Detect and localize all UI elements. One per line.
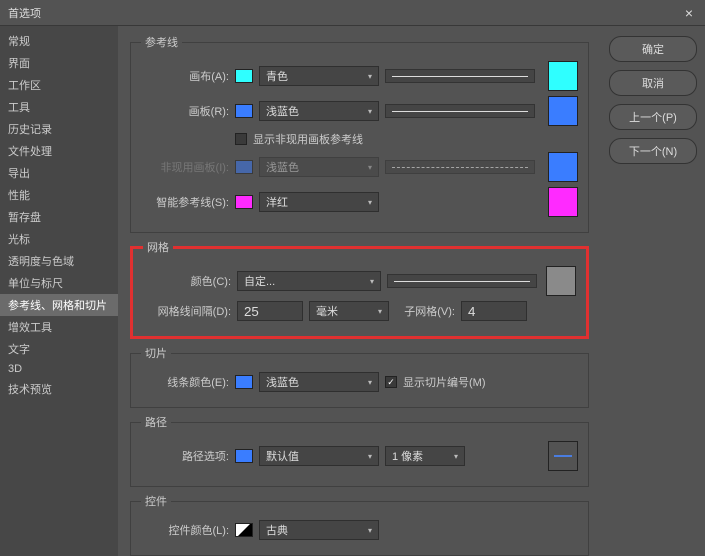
path-preview-swatch <box>548 441 578 471</box>
inactive-label: 非现用画板(I): <box>141 159 229 175</box>
chevron-down-icon: ▾ <box>368 452 372 461</box>
canvas-label: 画布(A): <box>141 68 229 84</box>
canvas-color-select[interactable]: 青色▾ <box>259 66 379 86</box>
controls-color-select[interactable]: 古典▾ <box>259 520 379 540</box>
slice-color-swatch[interactable] <box>235 375 253 389</box>
show-slice-numbers-checkbox[interactable] <box>385 376 397 388</box>
chevron-down-icon: ▾ <box>368 378 372 387</box>
path-options-label: 路径选项: <box>141 448 229 464</box>
sidebar-item[interactable]: 工具 <box>0 96 118 118</box>
sidebar-item[interactable]: 参考线、网格和切片 <box>0 294 118 316</box>
grid-style-select[interactable] <box>387 274 537 288</box>
slices-group: 切片 线条颜色(E): 浅蓝色▾ 显示切片编号(M) <box>130 345 589 408</box>
next-button[interactable]: 下一个(N) <box>609 138 697 164</box>
slice-color-label: 线条颜色(E): <box>141 374 229 390</box>
sidebar-item[interactable]: 文件处理 <box>0 140 118 162</box>
controls-group: 控件 控件颜色(L): 古典▾ <box>130 493 589 556</box>
grid-color-label: 颜色(C): <box>143 273 231 289</box>
show-slice-numbers-label: 显示切片编号(M) <box>403 374 486 390</box>
show-inactive-label: 显示非现用画板参考线 <box>253 131 363 147</box>
sidebar-item[interactable]: 常规 <box>0 30 118 52</box>
grid-unit-select[interactable]: 毫米▾ <box>309 301 389 321</box>
inactive-style-select <box>385 160 535 174</box>
controls-color-label: 控件颜色(L): <box>141 522 229 538</box>
sidebar-item[interactable]: 光标 <box>0 228 118 250</box>
smart-label: 智能参考线(S): <box>141 194 229 210</box>
grid-spacing-input[interactable] <box>237 301 303 321</box>
slices-legend: 切片 <box>141 345 171 361</box>
path-legend: 路径 <box>141 414 171 430</box>
sidebar-item[interactable]: 工作区 <box>0 74 118 96</box>
canvas-big-swatch[interactable] <box>548 61 578 91</box>
chevron-down-icon: ▾ <box>368 163 372 172</box>
sidebar-item[interactable]: 历史记录 <box>0 118 118 140</box>
sidebar-item[interactable]: 3D <box>0 360 118 378</box>
subdiv-label: 子网格(V): <box>395 303 455 319</box>
inactive-big-swatch <box>548 152 578 182</box>
chevron-down-icon: ▾ <box>378 307 382 316</box>
grid-big-swatch[interactable] <box>546 266 576 296</box>
inactive-color-swatch <box>235 160 253 174</box>
subdiv-input[interactable] <box>461 301 527 321</box>
artboard-style-select[interactable] <box>385 104 535 118</box>
smart-color-select[interactable]: 洋红▾ <box>259 192 379 212</box>
sidebar-item[interactable]: 单位与标尺 <box>0 272 118 294</box>
sidebar-item[interactable]: 增效工具 <box>0 316 118 338</box>
close-icon[interactable]: × <box>681 5 697 21</box>
artboard-big-swatch[interactable] <box>548 96 578 126</box>
path-color-select[interactable]: 默认值▾ <box>259 446 379 466</box>
smart-big-swatch[interactable] <box>548 187 578 217</box>
slice-color-select[interactable]: 浅蓝色▾ <box>259 372 379 392</box>
sidebar-item[interactable]: 导出 <box>0 162 118 184</box>
guides-group: 参考线 画布(A): 青色▾ 画板(R): 浅蓝色▾ 显示非现用画板参考线 <box>130 34 589 233</box>
smart-color-swatch[interactable] <box>235 195 253 209</box>
grid-legend: 网格 <box>143 239 173 255</box>
sidebar-item[interactable]: 界面 <box>0 52 118 74</box>
artboard-color-swatch[interactable] <box>235 104 253 118</box>
sidebar: 常规界面工作区工具历史记录文件处理导出性能暂存盘光标透明度与色域单位与标尺参考线… <box>0 26 118 556</box>
cancel-button[interactable]: 取消 <box>609 70 697 96</box>
inactive-color-select: 浅蓝色▾ <box>259 157 379 177</box>
content-panel: 参考线 画布(A): 青色▾ 画板(R): 浅蓝色▾ 显示非现用画板参考线 <box>118 26 601 556</box>
sidebar-item[interactable]: 技术预览 <box>0 378 118 400</box>
path-thickness-select[interactable]: 1 像素▾ <box>385 446 465 466</box>
sidebar-item[interactable]: 文字 <box>0 338 118 360</box>
grid-spacing-label: 网格线间隔(D): <box>143 303 231 319</box>
controls-color-swatch[interactable] <box>235 523 253 537</box>
chevron-down-icon: ▾ <box>368 198 372 207</box>
canvas-style-select[interactable] <box>385 69 535 83</box>
chevron-down-icon: ▾ <box>368 72 372 81</box>
path-color-swatch[interactable] <box>235 449 253 463</box>
path-group: 路径 路径选项: 默认值▾ 1 像素▾ <box>130 414 589 487</box>
chevron-down-icon: ▾ <box>370 277 374 286</box>
artboard-label: 画板(R): <box>141 103 229 119</box>
artboard-color-select[interactable]: 浅蓝色▾ <box>259 101 379 121</box>
controls-legend: 控件 <box>141 493 171 509</box>
prev-button[interactable]: 上一个(P) <box>609 104 697 130</box>
chevron-down-icon: ▾ <box>368 526 372 535</box>
chevron-down-icon: ▾ <box>368 107 372 116</box>
grid-group: 网格 颜色(C): 自定...▾ 网格线间隔(D): 毫米▾ 子网格(V): <box>130 239 589 339</box>
grid-color-select[interactable]: 自定...▾ <box>237 271 381 291</box>
guides-legend: 参考线 <box>141 34 182 50</box>
show-inactive-checkbox[interactable] <box>235 133 247 145</box>
sidebar-item[interactable]: 暂存盘 <box>0 206 118 228</box>
sidebar-item[interactable]: 透明度与色域 <box>0 250 118 272</box>
dialog-buttons: 确定 取消 上一个(P) 下一个(N) <box>601 26 705 556</box>
sidebar-item[interactable]: 性能 <box>0 184 118 206</box>
dialog-title: 首选项 <box>8 5 41 21</box>
canvas-color-swatch[interactable] <box>235 69 253 83</box>
ok-button[interactable]: 确定 <box>609 36 697 62</box>
chevron-down-icon: ▾ <box>454 452 458 461</box>
